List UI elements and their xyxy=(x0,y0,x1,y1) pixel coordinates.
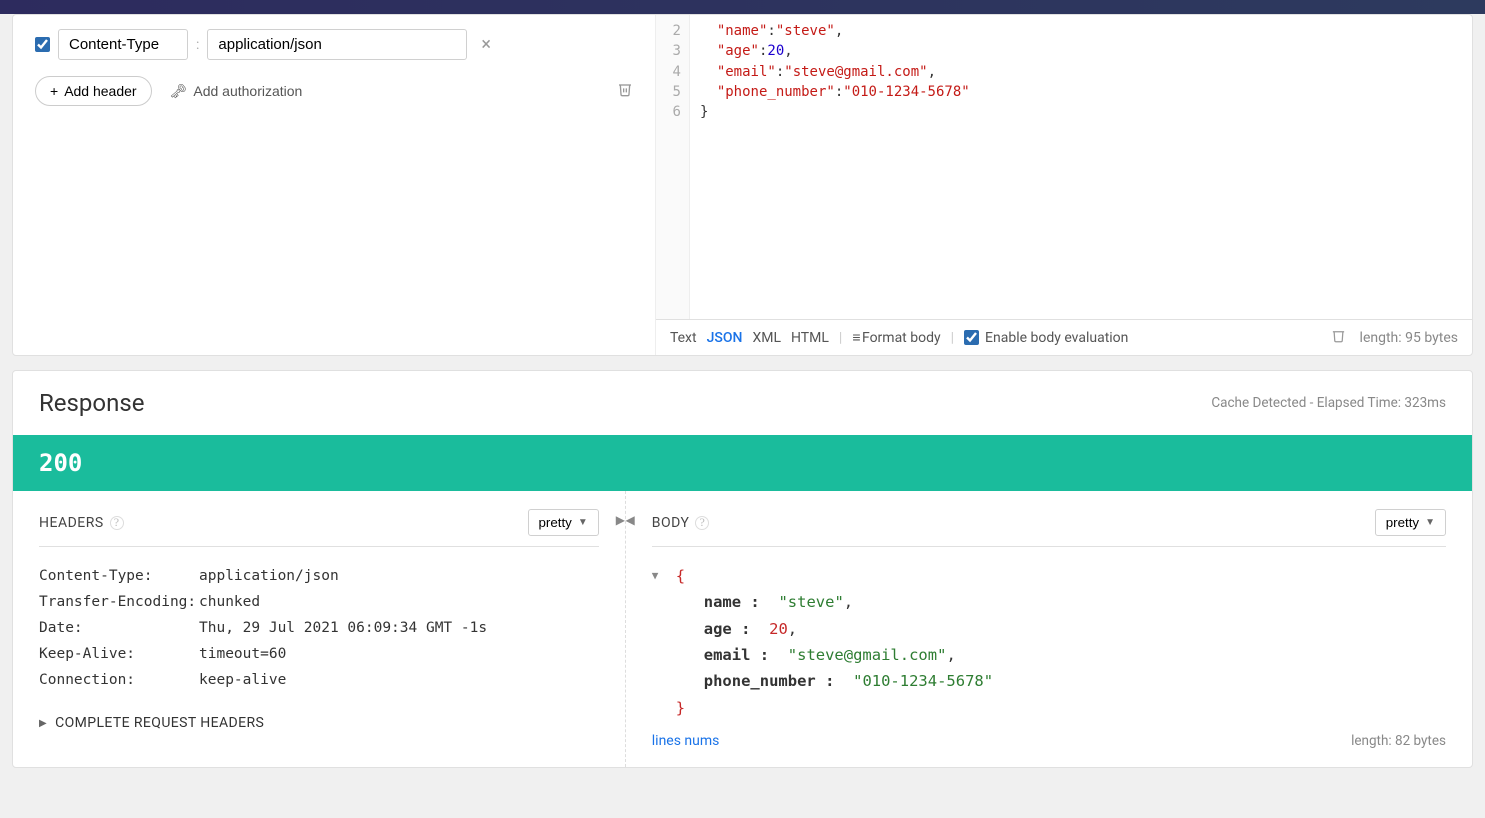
help-icon[interactable]: ? xyxy=(110,516,124,530)
header-key-input[interactable] xyxy=(58,29,188,60)
response-body-json: ▼ { name : "steve", age : 20, email : "s… xyxy=(652,563,1446,721)
body-toolbar: Text JSON XML HTML | ≡ Format body | Ena… xyxy=(656,320,1472,355)
collapse-right-icon[interactable]: ▶ xyxy=(616,513,625,527)
remove-header-button[interactable]: × xyxy=(475,34,497,55)
body-type-xml[interactable]: XML xyxy=(752,330,781,346)
json-collapse-toggle[interactable]: ▼ xyxy=(652,567,659,586)
add-header-button[interactable]: +Add header xyxy=(35,76,152,106)
header-colon: : xyxy=(196,37,199,53)
format-body-button[interactable]: ≡ Format body xyxy=(852,329,940,346)
response-headers-table: Content-Type:application/json Transfer-E… xyxy=(39,563,599,693)
body-section-title: BODY xyxy=(652,515,690,531)
body-type-html[interactable]: HTML xyxy=(791,330,829,346)
headers-section-title: HEADERS xyxy=(39,515,104,531)
plus-icon: + xyxy=(50,83,58,99)
request-card: : × +Add header 🗝Add authorization 23456… xyxy=(12,14,1473,356)
header-enable-checkbox[interactable] xyxy=(35,37,50,52)
chevron-right-icon: ▶ xyxy=(39,718,47,729)
format-icon: ≡ xyxy=(852,330,858,346)
response-headers-pane: HEADERS ? pretty▼ ◀ Content-Type:applica… xyxy=(13,491,626,767)
enable-body-eval-checkbox[interactable] xyxy=(964,330,979,345)
headers-view-toggle[interactable]: pretty▼ xyxy=(528,509,599,536)
enable-body-eval-label: Enable body evaluation xyxy=(985,330,1128,346)
response-status: 200 xyxy=(13,435,1472,491)
clear-headers-button[interactable] xyxy=(617,81,633,101)
editor-gutter: 23456 xyxy=(656,15,690,319)
complete-request-headers-toggle[interactable]: ▶COMPLETE REQUEST HEADERS xyxy=(39,715,264,731)
add-authorization-button[interactable]: 🗝Add authorization xyxy=(170,83,303,100)
header-row: : × xyxy=(35,29,633,60)
key-icon: 🗝 xyxy=(170,83,188,100)
clear-body-button[interactable] xyxy=(1331,328,1346,347)
response-meta: Cache Detected - Elapsed Time: 323ms xyxy=(1211,395,1446,411)
body-type-text[interactable]: Text xyxy=(670,330,697,346)
help-icon[interactable]: ? xyxy=(695,516,709,530)
top-bar xyxy=(0,0,1485,14)
request-body-pane: 23456 "name":"steve", "age":20, "email":… xyxy=(655,15,1472,355)
response-title: Response xyxy=(39,389,144,417)
response-body-length: length: 82 bytes xyxy=(1351,733,1446,749)
response-card: Response Cache Detected - Elapsed Time: … xyxy=(12,370,1473,768)
lines-nums-toggle[interactable]: lines nums xyxy=(652,733,720,749)
request-headers-pane: : × +Add header 🗝Add authorization xyxy=(13,15,655,355)
response-body-pane: ▶ BODY ? pretty▼ ▼ { name : "steve", age… xyxy=(626,491,1472,767)
body-length-label: length: 95 bytes xyxy=(1360,330,1458,346)
header-value-input[interactable] xyxy=(207,29,467,60)
body-type-json[interactable]: JSON xyxy=(707,330,743,346)
body-view-toggle[interactable]: pretty▼ xyxy=(1375,509,1446,536)
request-body-editor[interactable]: "name":"steve", "age":20, "email":"steve… xyxy=(690,15,1472,319)
